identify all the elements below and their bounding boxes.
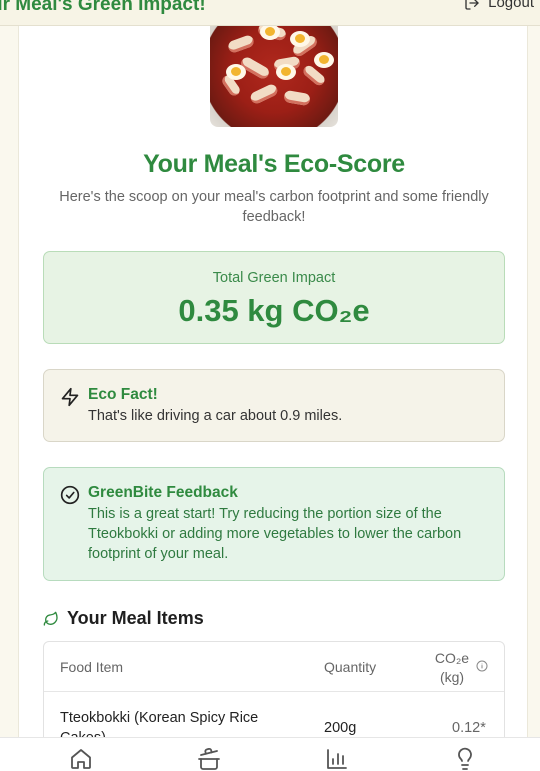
nav-stats-button[interactable] — [325, 747, 349, 771]
feedback-text: This is a great start! Try reducing the … — [88, 506, 462, 562]
page-title: Your Meal's Eco-Score — [143, 150, 405, 178]
eco-fact-text: That's like driving a car about 0.9 mile… — [88, 408, 343, 424]
bottom-nav — [0, 737, 540, 771]
impact-value: 0.35 kg CO₂e — [178, 293, 370, 328]
zap-icon — [61, 387, 79, 407]
eco-fact-box: Eco Fact! That's like driving a car abou… — [43, 369, 505, 442]
app-title: ur Meal's Green Impact! — [0, 0, 206, 15]
row-food: Tteokbokki (Korean Spicy Rice Cakes) — [60, 710, 259, 740]
row-co2: 0.12* — [452, 720, 486, 736]
meal-items-table: Food Item Quantity CO₂e (kg) Tteokbokki … — [43, 641, 505, 740]
nav-home-button[interactable] — [69, 747, 93, 771]
nav-tips-button[interactable] — [453, 747, 477, 771]
row-quantity: 200g — [324, 720, 357, 736]
logout-label: Logout — [488, 0, 534, 11]
meal-items-title: Your Meal Items — [67, 608, 204, 628]
meal-items-heading: Your Meal Items — [43, 608, 204, 629]
check-circle-icon — [60, 485, 80, 505]
top-header: ur Meal's Green Impact! Logout — [0, 0, 540, 26]
eco-fact-heading: Eco Fact! — [88, 386, 158, 403]
home-icon — [71, 749, 91, 769]
column-header-food: Food Item — [60, 659, 124, 675]
cooking-pot-icon — [198, 747, 220, 770]
nav-cook-button[interactable] — [197, 747, 221, 771]
table-divider — [44, 691, 504, 692]
total-impact-box: Total Green Impact 0.35 kg CO₂e — [43, 251, 505, 344]
feedback-box: GreenBite Feedback This is a great start… — [43, 467, 505, 581]
logout-button[interactable]: Logout — [464, 0, 534, 11]
feedback-heading: GreenBite Feedback — [88, 484, 238, 501]
results-card: Your Meal's Eco-Score Here's the scoop o… — [18, 0, 528, 740]
lightbulb-icon — [458, 747, 472, 770]
page-subtitle: Here's the scoop on your meal's carbon f… — [59, 189, 489, 225]
info-icon[interactable] — [476, 660, 488, 672]
column-header-co2: CO₂e (kg) — [434, 650, 470, 685]
column-header-quantity: Quantity — [324, 659, 377, 675]
bar-chart-icon — [327, 749, 347, 769]
impact-label: Total Green Impact — [212, 270, 336, 286]
logout-icon — [465, 0, 479, 10]
leaf-icon — [43, 611, 58, 626]
